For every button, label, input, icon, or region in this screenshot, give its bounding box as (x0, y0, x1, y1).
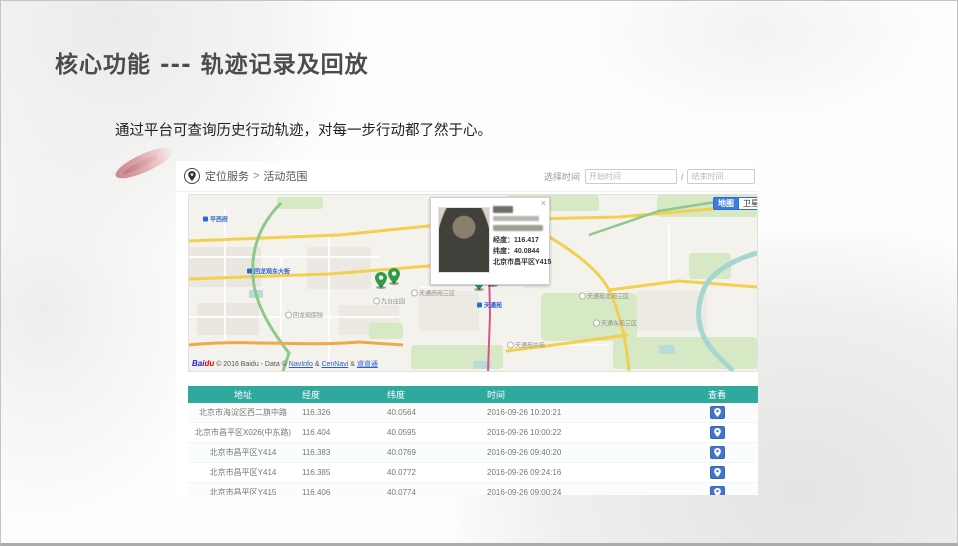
cell-view (678, 406, 756, 419)
table-row[interactable]: 北京市海淀区西二旗中路 116.326 40.0564 2016-09-26 1… (188, 403, 758, 423)
cell-time: 2016-09-26 09:00:24 (483, 488, 678, 495)
breadcrumb-section[interactable]: 定位服务 (205, 168, 249, 184)
app-screenshot: 定位服务 > 活动范围 选择时间 / / (176, 161, 758, 495)
cell-latitude: 40.0595 (383, 428, 483, 437)
track-pin-icon[interactable] (388, 268, 400, 284)
feather-decoration (112, 141, 175, 185)
map-label: 天通东苑三区 (593, 319, 637, 328)
cell-latitude: 40.0564 (383, 408, 483, 417)
slide-title: 核心功能 --- 轨迹记录及回放 (55, 45, 369, 79)
header-view: 查看 (678, 388, 756, 401)
time-filter: 选择时间 / / (544, 169, 758, 184)
baidu-logo: Baidu (192, 359, 214, 368)
cell-longitude: 116.406 (298, 488, 383, 495)
view-on-map-button[interactable] (710, 446, 725, 459)
attribution-link-daodaotong[interactable]: 道道通 (357, 361, 378, 368)
table-row[interactable]: 北京市昌平区Y414 116.383 40.0769 2016-09-26 09… (188, 443, 758, 463)
view-on-map-button[interactable] (710, 406, 725, 419)
cell-longitude: 116.404 (298, 428, 383, 437)
map-label: 天通西苑三区 (411, 289, 455, 298)
popup-address: 北京市昌平区Y415 (493, 257, 547, 268)
table-row[interactable]: 北京市昌平区X026(中东路) 116.404 40.0595 2016-09-… (188, 423, 758, 443)
breadcrumb-page: 活动范围 (263, 168, 307, 184)
map-mode-button[interactable]: 地图 (713, 197, 739, 210)
map-label: 天通苑北苑三区 (579, 292, 629, 301)
map-label: 九台庄园 (373, 297, 405, 306)
cell-time: 2016-09-26 10:20:21 (483, 408, 678, 417)
cell-latitude: 40.0772 (383, 468, 483, 477)
track-pin-icon[interactable] (375, 272, 387, 288)
header-longitude: 经度 (298, 388, 383, 401)
breadcrumb-separator: > (253, 170, 259, 182)
redacted-number (493, 225, 543, 231)
time-separator: / (681, 172, 684, 182)
table-body: 北京市海淀区西二旗中路 116.326 40.0564 2016-09-26 1… (188, 403, 758, 495)
view-on-map-button[interactable] (710, 486, 725, 495)
table-row[interactable]: 北京市昌平区Y415 116.406 40.0774 2016-09-26 09… (188, 483, 758, 495)
popup-longitude: 经度：116.417 (493, 235, 547, 246)
map-label: 回龙观医院 (285, 311, 323, 320)
cell-address: 北京市昌平区Y414 (188, 467, 298, 478)
map-info-popup: × 经度：116.417 纬度：40.0844 北京市昌平区Y415 (430, 197, 550, 285)
attribution-link-navinfo[interactable]: NavInfo (289, 361, 313, 368)
satellite-mode-button[interactable]: 卫星 (739, 197, 758, 210)
map-label: 天通苑 (477, 301, 502, 310)
cell-view (678, 426, 756, 439)
cell-latitude: 40.0769 (383, 448, 483, 457)
app-header: 定位服务 > 活动范围 选择时间 / / (176, 161, 758, 192)
attribution-link-cennavi[interactable]: CenNavi (321, 361, 348, 368)
cell-view (678, 486, 756, 495)
header-time: 时间 (483, 388, 678, 401)
cell-time: 2016-09-26 10:00:22 (483, 428, 678, 437)
map-label: 平西府 (203, 215, 228, 224)
location-pin-icon (184, 168, 200, 184)
popup-info: 经度：116.417 纬度：40.0844 北京市昌平区Y415 (493, 206, 547, 268)
cell-time: 2016-09-26 09:40:20 (483, 448, 678, 457)
view-on-map-button[interactable] (710, 426, 725, 439)
cell-address: 北京市昌平区Y415 (188, 487, 298, 495)
table-header-row: 地址 经度 纬度 时间 查看 (188, 386, 758, 403)
map-attribution: Baidu © 2016 Baidu - Data © NavInfo & Ce… (192, 359, 378, 369)
track-results-table: 地址 经度 纬度 时间 查看 北京市海淀区西二旗中路 116.326 40.05… (188, 386, 758, 495)
cell-address: 北京市海淀区西二旗中路 (188, 407, 298, 418)
map-label: 回龙观东大街 (247, 267, 290, 276)
watercolor-wash-top-right (587, 0, 927, 121)
person-photo (438, 207, 490, 273)
slide-subtitle: 通过平台可查询历史行动轨迹，对每一步行动都了然于心。 (115, 119, 492, 140)
map-canvas[interactable]: 平西府回龙观东大街天通苑 九台庄园天通西苑三区 天通苑北苑三区天通东苑三区 回龙观医院… (188, 194, 758, 372)
map-type-toggle: 地图 卫星 (713, 197, 758, 210)
redacted-detail (493, 216, 539, 221)
presentation-slide: 核心功能 --- 轨迹记录及回放 通过平台可查询历史行动轨迹，对每一步行动都了然… (0, 0, 958, 546)
redacted-name (493, 206, 513, 213)
cell-address: 北京市昌平区Y414 (188, 447, 298, 458)
time-filter-label: 选择时间 (544, 170, 580, 183)
cell-latitude: 40.0774 (383, 488, 483, 495)
map-copyright: © 2016 Baidu - Data © (216, 361, 289, 368)
end-time-input[interactable] (687, 169, 755, 184)
breadcrumb: 定位服务 > 活动范围 (184, 168, 307, 184)
cell-address: 北京市昌平区X026(中东路) (188, 427, 298, 438)
cell-longitude: 116.385 (298, 468, 383, 477)
attribution-amp: & (348, 361, 357, 368)
table-row[interactable]: 北京市昌平区Y414 116.385 40.0772 2016-09-26 09… (188, 463, 758, 483)
cell-view (678, 466, 756, 479)
cell-longitude: 116.326 (298, 408, 383, 417)
view-on-map-button[interactable] (710, 466, 725, 479)
start-time-input[interactable] (585, 169, 677, 184)
popup-latitude: 纬度：40.0844 (493, 246, 547, 257)
cell-time: 2016-09-26 09:24:16 (483, 468, 678, 477)
header-address: 地址 (188, 388, 298, 401)
cell-longitude: 116.383 (298, 448, 383, 457)
map-label: 天通苑中苑 (507, 341, 545, 350)
header-latitude: 纬度 (383, 388, 483, 401)
cell-view (678, 446, 756, 459)
